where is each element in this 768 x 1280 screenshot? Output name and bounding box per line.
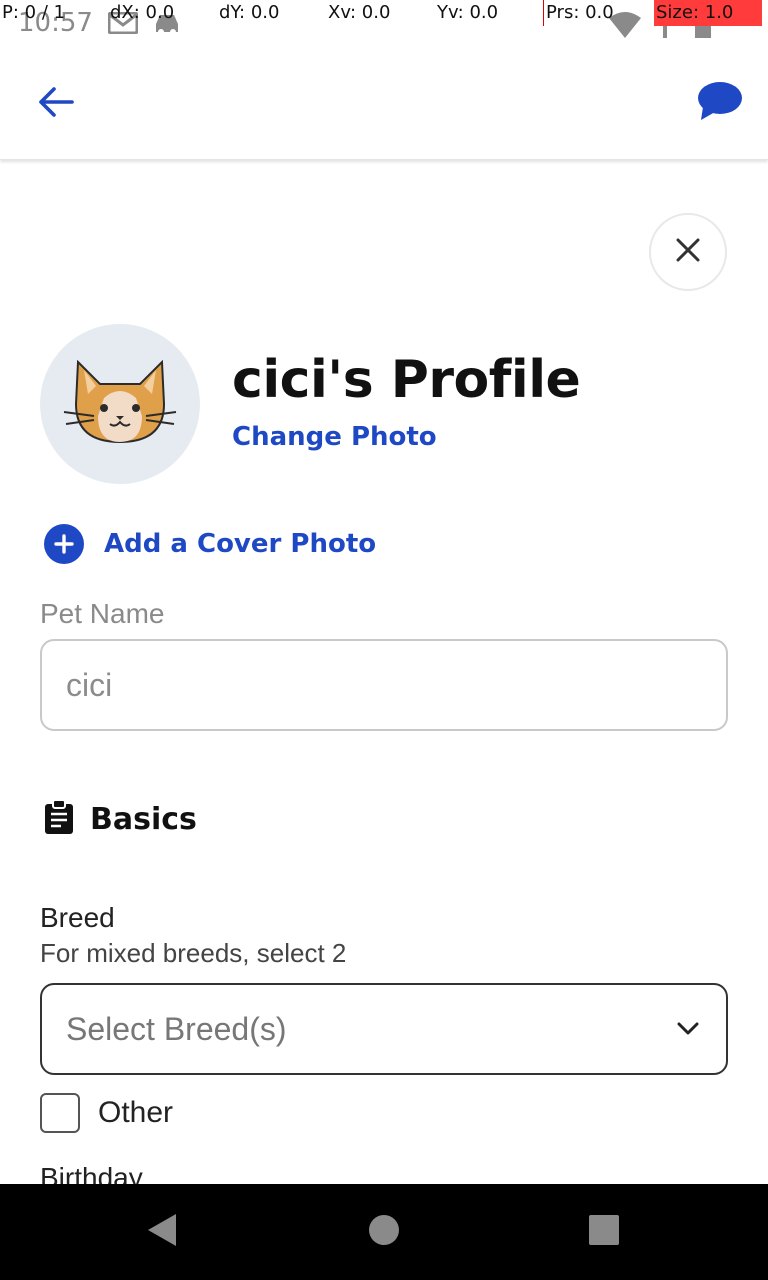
circle-home-icon bbox=[368, 1214, 400, 1251]
breed-select[interactable]: Select Breed(s) bbox=[40, 983, 728, 1075]
arrow-left-icon bbox=[38, 86, 74, 123]
pet-name-label: Pet Name bbox=[40, 598, 165, 629]
nav-recents-button[interactable] bbox=[574, 1202, 634, 1262]
system-nav-bar bbox=[0, 1184, 768, 1280]
basics-section-header: Basics bbox=[44, 798, 197, 840]
nav-back-button[interactable] bbox=[132, 1202, 192, 1262]
debug-prs: Prs: 0.0 bbox=[546, 2, 614, 23]
debug-dy: dY: 0.0 bbox=[219, 2, 280, 23]
breed-select-placeholder: Select Breed(s) bbox=[66, 1010, 287, 1047]
other-checkbox[interactable] bbox=[40, 1093, 80, 1133]
debug-divider bbox=[543, 0, 544, 26]
app-bar bbox=[0, 48, 768, 160]
cat-face-icon bbox=[60, 354, 180, 455]
debug-size: Size: 1.0 bbox=[654, 0, 762, 26]
breed-label: Breed bbox=[40, 902, 115, 933]
debug-xv: Xv: 0.0 bbox=[328, 2, 391, 23]
chat-bubble-icon bbox=[697, 81, 743, 126]
change-photo-link[interactable]: Change Photo bbox=[232, 422, 437, 452]
debug-overlay: P: 0 / 1 dX: 0.0 dY: 0.0 Xv: 0.0 Yv: 0.0… bbox=[0, 0, 768, 26]
plus-circle-icon bbox=[44, 524, 84, 564]
pet-avatar[interactable] bbox=[40, 324, 200, 484]
page-title: cici's Profile bbox=[232, 350, 581, 410]
basics-label: Basics bbox=[90, 801, 197, 837]
add-cover-photo-button[interactable]: Add a Cover Photo bbox=[44, 522, 376, 566]
close-icon bbox=[675, 237, 701, 268]
clipboard-icon bbox=[44, 798, 74, 839]
square-recents-icon bbox=[589, 1214, 619, 1250]
debug-pointer: P: 0 / 1 bbox=[2, 2, 66, 23]
triangle-back-icon bbox=[146, 1213, 178, 1252]
pet-name-input[interactable] bbox=[40, 639, 728, 731]
other-checkbox-label: Other bbox=[98, 1096, 174, 1129]
debug-dx: dX: 0.0 bbox=[110, 2, 175, 23]
back-button[interactable] bbox=[30, 80, 82, 128]
nav-home-button[interactable] bbox=[354, 1202, 414, 1262]
status-bar: 10:57 P: 0 / 1 dX: 0.0 dY: 0.0 Xv: 0.0 Y… bbox=[0, 0, 768, 48]
breed-help-text: For mixed breeds, select 2 bbox=[40, 938, 347, 968]
chevron-down-icon bbox=[674, 1015, 702, 1043]
chat-button[interactable] bbox=[692, 78, 748, 128]
other-checkbox-row[interactable]: Other bbox=[40, 1093, 173, 1133]
debug-yv: Yv: 0.0 bbox=[437, 2, 499, 23]
close-button[interactable] bbox=[649, 213, 727, 291]
add-cover-photo-label: Add a Cover Photo bbox=[104, 529, 377, 559]
